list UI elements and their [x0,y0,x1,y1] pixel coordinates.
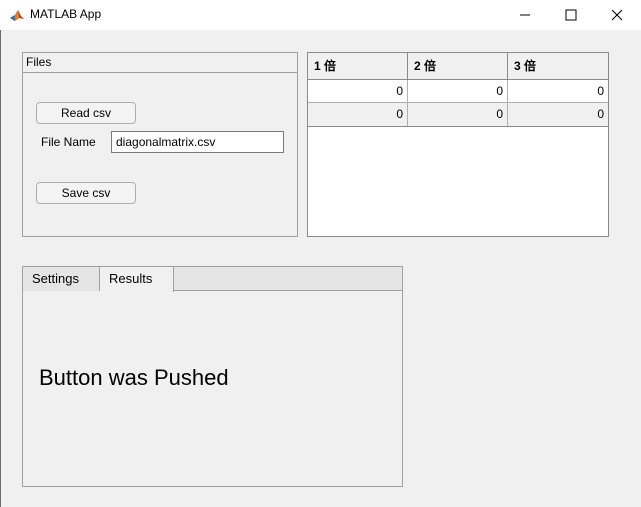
tab-group: Settings Results Button was Pushed [22,266,403,487]
result-message: Button was Pushed [39,365,229,390]
minimize-button[interactable] [502,0,548,30]
maximize-button[interactable] [548,0,594,30]
window-titlebar[interactable]: MATLAB App [0,0,641,30]
file-name-field[interactable] [111,131,284,153]
files-panel: Files Read csv File Name Save csv [22,52,298,237]
tab-results[interactable]: Results [100,267,174,292]
table-header-row: 1 倍 2 倍 3 倍 [308,53,608,80]
table-row[interactable]: 0 0 0 [308,103,608,127]
close-button[interactable] [594,0,640,30]
save-csv-button[interactable]: Save csv [36,182,136,204]
table-cell[interactable]: 0 [308,80,408,102]
table-row[interactable]: 0 0 0 [308,80,608,103]
window-title: MATLAB App [30,7,102,21]
maximize-icon [565,9,577,21]
matlab-logo-icon [9,7,25,23]
window-left-border [0,30,1,507]
file-name-label: File Name [41,135,96,149]
table-cell[interactable]: 0 [508,103,608,126]
close-icon [611,9,623,21]
table-cell[interactable]: 0 [308,103,408,126]
table-column-header[interactable]: 2 倍 [408,53,508,79]
read-csv-button[interactable]: Read csv [36,102,136,124]
data-table[interactable]: 1 倍 2 倍 3 倍 0 0 0 0 0 0 [307,52,609,237]
table-cell[interactable]: 0 [408,80,508,102]
table-column-header[interactable]: 3 倍 [508,53,608,79]
table-cell[interactable]: 0 [508,80,608,102]
tab-settings[interactable]: Settings [23,267,100,291]
files-panel-title: Files [23,53,297,73]
table-column-header[interactable]: 1 倍 [308,53,408,79]
table-cell[interactable]: 0 [408,103,508,126]
minimize-icon [520,14,530,16]
